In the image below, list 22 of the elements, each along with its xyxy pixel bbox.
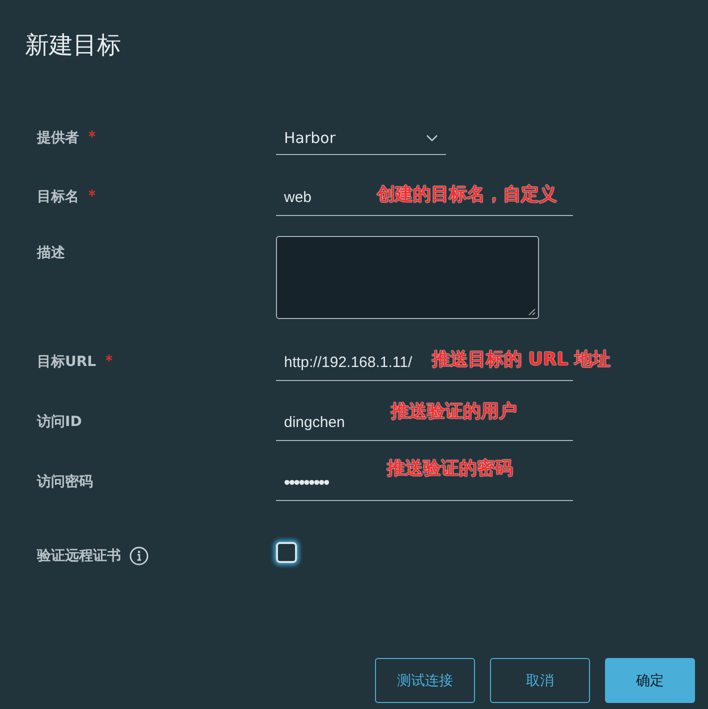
- checkbox[interactable]: [276, 542, 297, 563]
- annotation-text: 创建的目标名，自定义: [377, 183, 557, 207]
- field-label: 验证远程证书: [37, 547, 121, 566]
- input-field[interactable]: •••••••••: [276, 465, 385, 501]
- input-field[interactable]: web: [276, 180, 375, 216]
- field-label: 描述: [37, 244, 65, 263]
- annotation-text: 推送验证的密码: [387, 457, 513, 481]
- input-field[interactable]: http://192.168.1.11/: [276, 345, 430, 381]
- field-label: 访问密码: [37, 472, 93, 492]
- confirm-button[interactable]: 确定: [605, 658, 695, 703]
- action-button[interactable]: 取消: [490, 658, 590, 703]
- resize-grip-icon[interactable]: [528, 308, 536, 316]
- input-field[interactable]: dingchen: [276, 405, 389, 441]
- annotation-text: 推送目标的 URL 地址: [432, 348, 610, 372]
- field-label: 访问ID: [37, 412, 82, 432]
- info-icon[interactable]: [129, 546, 149, 566]
- caret-icon: [426, 134, 438, 142]
- annotation-text: 推送验证的用户: [391, 400, 517, 424]
- dialog-title: 新建目标: [25, 30, 121, 61]
- description-field[interactable]: [276, 236, 539, 319]
- action-button[interactable]: 测试连接: [375, 658, 475, 703]
- provider-dropdown[interactable]: Harbor: [276, 121, 446, 155]
